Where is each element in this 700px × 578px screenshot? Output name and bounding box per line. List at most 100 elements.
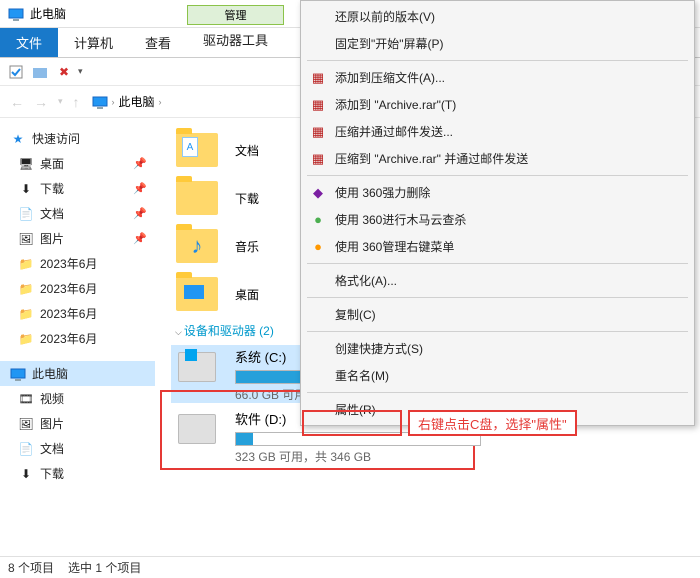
sidebar-item-downloads[interactable]: ⬇ 下载 📌 (0, 176, 155, 201)
sidebar-item-folder[interactable]: 📁 2023年6月 (0, 326, 155, 351)
folder-label: 下载 (235, 190, 259, 207)
back-icon[interactable]: ← (8, 94, 26, 110)
chevron-down-icon[interactable]: ▾ (78, 66, 83, 77)
pc-icon (92, 95, 108, 109)
status-bar: 8 个项目 选中 1 个项目 (0, 556, 700, 578)
sidebar-quick-access[interactable]: ★ 快速访问 (0, 126, 155, 151)
pc-icon (8, 6, 24, 22)
video-icon: 🎞 (18, 391, 34, 407)
menu-rename[interactable]: 重名名(M) (301, 362, 694, 389)
360-icon: ● (309, 238, 327, 256)
archive-icon: ▦ (309, 123, 327, 141)
menu-separator (307, 263, 688, 264)
sidebar-item-label: 此电脑 (32, 365, 68, 382)
menu-restore-previous[interactable]: 还原以前的版本(V) (301, 3, 694, 30)
menu-pin-start[interactable]: 固定到"开始"屏幕(P) (301, 30, 694, 57)
menu-format[interactable]: 格式化(A)... (301, 267, 694, 294)
folder-icon: 📁 (18, 306, 34, 322)
sidebar-item-videos[interactable]: 🎞 视频 (0, 386, 155, 411)
menu-separator (307, 60, 688, 61)
menu-compress-rar-email[interactable]: ▦压缩到 "Archive.rar" 并通过邮件发送 (301, 145, 694, 172)
pin-icon: 📌 (133, 207, 147, 220)
annotation-callout: 右键点击C盘，选择"属性" (408, 410, 577, 436)
menu-separator (307, 297, 688, 298)
forward-icon[interactable]: → (32, 94, 50, 110)
sidebar-item-pictures[interactable]: 🖼 图片 (0, 411, 155, 436)
menu-360-scan[interactable]: ●使用 360进行木马云查杀 (301, 206, 694, 233)
sidebar-item-label: 图片 (40, 230, 64, 247)
picture-icon: 🖼 (18, 231, 34, 247)
sidebar-item-label: 图片 (40, 415, 64, 432)
menu-add-archive[interactable]: ▦添加到压缩文件(A)... (301, 64, 694, 91)
ribbon-section-manage: 管理 (187, 5, 284, 25)
pin-icon: 📌 (133, 157, 147, 170)
star-icon: ★ (10, 131, 26, 147)
sidebar-item-label: 下载 (40, 180, 64, 197)
sidebar-item-label: 快速访问 (32, 130, 80, 147)
sidebar-item-folder[interactable]: 📁 2023年6月 (0, 276, 155, 301)
document-icon: 📄 (18, 441, 34, 457)
chevron-right-icon: › (159, 97, 162, 107)
menu-separator (307, 331, 688, 332)
pc-icon (10, 366, 26, 382)
chevron-down-icon: ⌵ (175, 327, 182, 337)
picture-icon: 🖼 (18, 416, 34, 432)
nav-pane: ★ 快速访问 🖥桌面📌 ⬇下载📌 📄文档📌 🖼图片📌 📁2023年6月 📁202… (0, 118, 155, 556)
menu-360-manage[interactable]: ●使用 360管理右键菜单 (301, 233, 694, 260)
x-small-icon[interactable]: ✖ (54, 62, 74, 82)
status-selection-count: 选中 1 个项目 (68, 559, 141, 576)
folder-label: 音乐 (235, 238, 259, 255)
folder-label: 文档 (235, 142, 259, 159)
sidebar-item-label: 文档 (40, 440, 64, 457)
annotation-box (302, 410, 402, 436)
crumb-this-pc[interactable]: 此电脑 (119, 93, 155, 110)
menu-separator (307, 392, 688, 393)
menu-create-shortcut[interactable]: 创建快捷方式(S) (301, 335, 694, 362)
tab-computer[interactable]: 计算机 (58, 28, 129, 57)
sidebar-item-documents[interactable]: 📄 文档 (0, 436, 155, 461)
menu-copy[interactable]: 复制(C) (301, 301, 694, 328)
status-item-count: 8 个项目 (8, 559, 54, 576)
pin-icon: 📌 (133, 232, 147, 245)
section-label: 设备和驱动器 (2) (184, 324, 274, 338)
sidebar-item-documents[interactable]: 📄 文档 📌 (0, 201, 155, 226)
tab-file[interactable]: 文件 (0, 28, 58, 57)
sidebar-item-downloads[interactable]: ⬇下载 (0, 461, 155, 486)
context-menu: 还原以前的版本(V) 固定到"开始"屏幕(P) ▦添加到压缩文件(A)... ▦… (300, 0, 695, 426)
desktop-icon: 🖥 (18, 156, 34, 172)
tab-drive-tools[interactable]: 驱动器工具 (187, 28, 284, 49)
menu-separator (307, 175, 688, 176)
sidebar-item-label: 2023年6月 (40, 330, 97, 347)
sidebar-this-pc[interactable]: 此电脑 (0, 361, 155, 386)
folder-icon: 📁 (18, 281, 34, 297)
folder-small-icon[interactable] (30, 62, 50, 82)
menu-add-archive-rar[interactable]: ▦添加到 "Archive.rar"(T) (301, 91, 694, 118)
sidebar-item-folder[interactable]: 📁 2023年6月 (0, 301, 155, 326)
sidebar-item-label: 2023年6月 (40, 280, 97, 297)
sidebar-item-label: 视频 (40, 390, 64, 407)
360-icon: ● (309, 211, 327, 229)
sidebar-item-folder[interactable]: 📁2023年6月 (0, 251, 155, 276)
drive-icon (171, 345, 223, 389)
sidebar-item-desktop[interactable]: 🖥 桌面 📌 (0, 151, 155, 176)
folder-icon: 📁 (18, 256, 34, 272)
checkbox-icon[interactable] (6, 62, 26, 82)
window-title: 此电脑 (30, 5, 66, 22)
sidebar-item-pictures[interactable]: 🖼 图片 📌 (0, 226, 155, 251)
chevron-down-icon[interactable]: ▾ (56, 96, 65, 107)
breadcrumb[interactable]: › 此电脑 › (88, 93, 166, 110)
archive-icon: ▦ (309, 69, 327, 87)
archive-icon: ▦ (309, 96, 327, 114)
download-icon: ⬇ (18, 181, 34, 197)
menu-360-delete[interactable]: ◆使用 360强力删除 (301, 179, 694, 206)
up-icon[interactable]: ↑ (71, 94, 82, 110)
menu-compress-email[interactable]: ▦压缩并通过邮件发送... (301, 118, 694, 145)
sidebar-item-label: 文档 (40, 205, 64, 222)
folder-icon: 📁 (18, 331, 34, 347)
chevron-right-icon: › (112, 97, 115, 107)
document-icon: 📄 (18, 206, 34, 222)
sidebar-item-label: 2023年6月 (40, 305, 97, 322)
sidebar-item-label: 桌面 (40, 155, 64, 172)
pin-icon: 📌 (133, 182, 147, 195)
tab-view[interactable]: 查看 (129, 28, 187, 57)
